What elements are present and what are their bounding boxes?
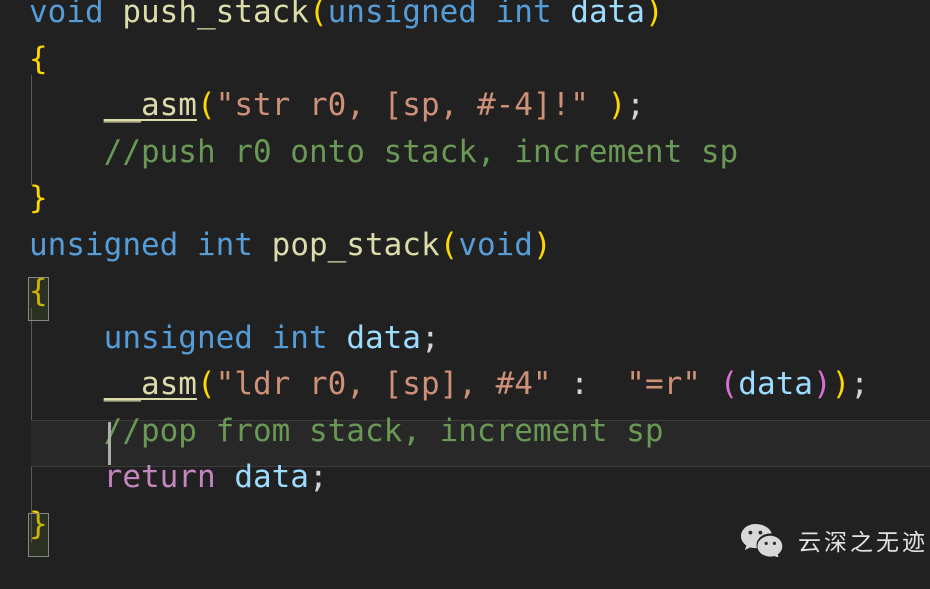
code-token: void xyxy=(458,226,533,263)
code-token: unsigned xyxy=(29,226,179,263)
code-token: data xyxy=(738,366,813,402)
code-text-area[interactable]: void push_stack(unsigned int data){ __as… xyxy=(0,0,930,589)
code-token: __asm xyxy=(103,366,197,402)
code-token: return xyxy=(103,459,216,495)
code-token: int xyxy=(271,319,328,356)
code-token: data xyxy=(234,459,309,495)
bracket-match-close xyxy=(28,513,49,557)
code-token: __asm xyxy=(103,87,197,123)
code-token: //pop from stack, increment sp xyxy=(103,412,664,449)
code-token: int xyxy=(196,226,253,263)
code-token: "str r0, [sp, #-4]!" xyxy=(215,87,589,123)
code-token: } xyxy=(29,180,48,216)
code-token: data xyxy=(570,0,645,30)
code-token: ( xyxy=(439,226,459,263)
code-editor[interactable]: void push_stack(unsigned int data){ __as… xyxy=(0,0,930,589)
code-line[interactable]: unsigned int pop_stack(void) xyxy=(0,222,930,269)
code-line[interactable]: //push r0 onto stack, increment sp xyxy=(0,129,930,176)
text-cursor xyxy=(108,422,111,465)
code-line[interactable]: { xyxy=(0,268,930,315)
code-line[interactable]: } xyxy=(0,175,930,222)
code-line[interactable]: unsigned int data; xyxy=(0,315,930,362)
code-line[interactable]: void push_stack(unsigned int data) xyxy=(0,0,930,36)
code-token: data xyxy=(346,319,421,356)
code-token: ) xyxy=(532,226,552,263)
code-token: void xyxy=(29,0,104,30)
code-token: ) xyxy=(831,366,851,402)
code-line[interactable]: __asm("ldr r0, [sp], #4" : "=r" (data)); xyxy=(0,361,930,408)
code-line[interactable]: __asm("str r0, [sp, #-4]!" ); xyxy=(0,82,930,129)
code-line[interactable]: { xyxy=(0,36,930,83)
code-token: ; xyxy=(420,319,440,356)
code-token: "=r" xyxy=(626,366,701,402)
code-line[interactable]: } xyxy=(0,501,930,548)
code-token: int xyxy=(495,0,552,30)
code-token: ( xyxy=(196,87,216,123)
code-token: "ldr r0, [sp], #4" xyxy=(215,366,552,402)
code-token: unsigned xyxy=(103,319,253,356)
code-token: : xyxy=(570,366,589,402)
code-token: ( xyxy=(719,366,739,402)
code-token: ) xyxy=(607,87,627,123)
code-token: unsigned xyxy=(327,0,477,30)
code-token: //push r0 onto stack, increment sp xyxy=(103,133,739,170)
code-token: { xyxy=(29,40,48,77)
code-token: ) xyxy=(812,366,832,402)
bracket-match-open xyxy=(28,277,49,321)
code-token: push_stack xyxy=(122,0,309,30)
code-token: ) xyxy=(644,0,664,30)
code-token: pop_stack xyxy=(271,226,440,263)
code-token: ; xyxy=(850,366,869,402)
code-token: ( xyxy=(308,0,328,30)
code-token: ; xyxy=(626,87,645,123)
code-token: ; xyxy=(308,459,328,495)
code-token: ( xyxy=(196,366,216,402)
code-line[interactable]: //pop from stack, increment sp xyxy=(0,408,930,455)
code-line[interactable]: return data; xyxy=(0,454,930,501)
